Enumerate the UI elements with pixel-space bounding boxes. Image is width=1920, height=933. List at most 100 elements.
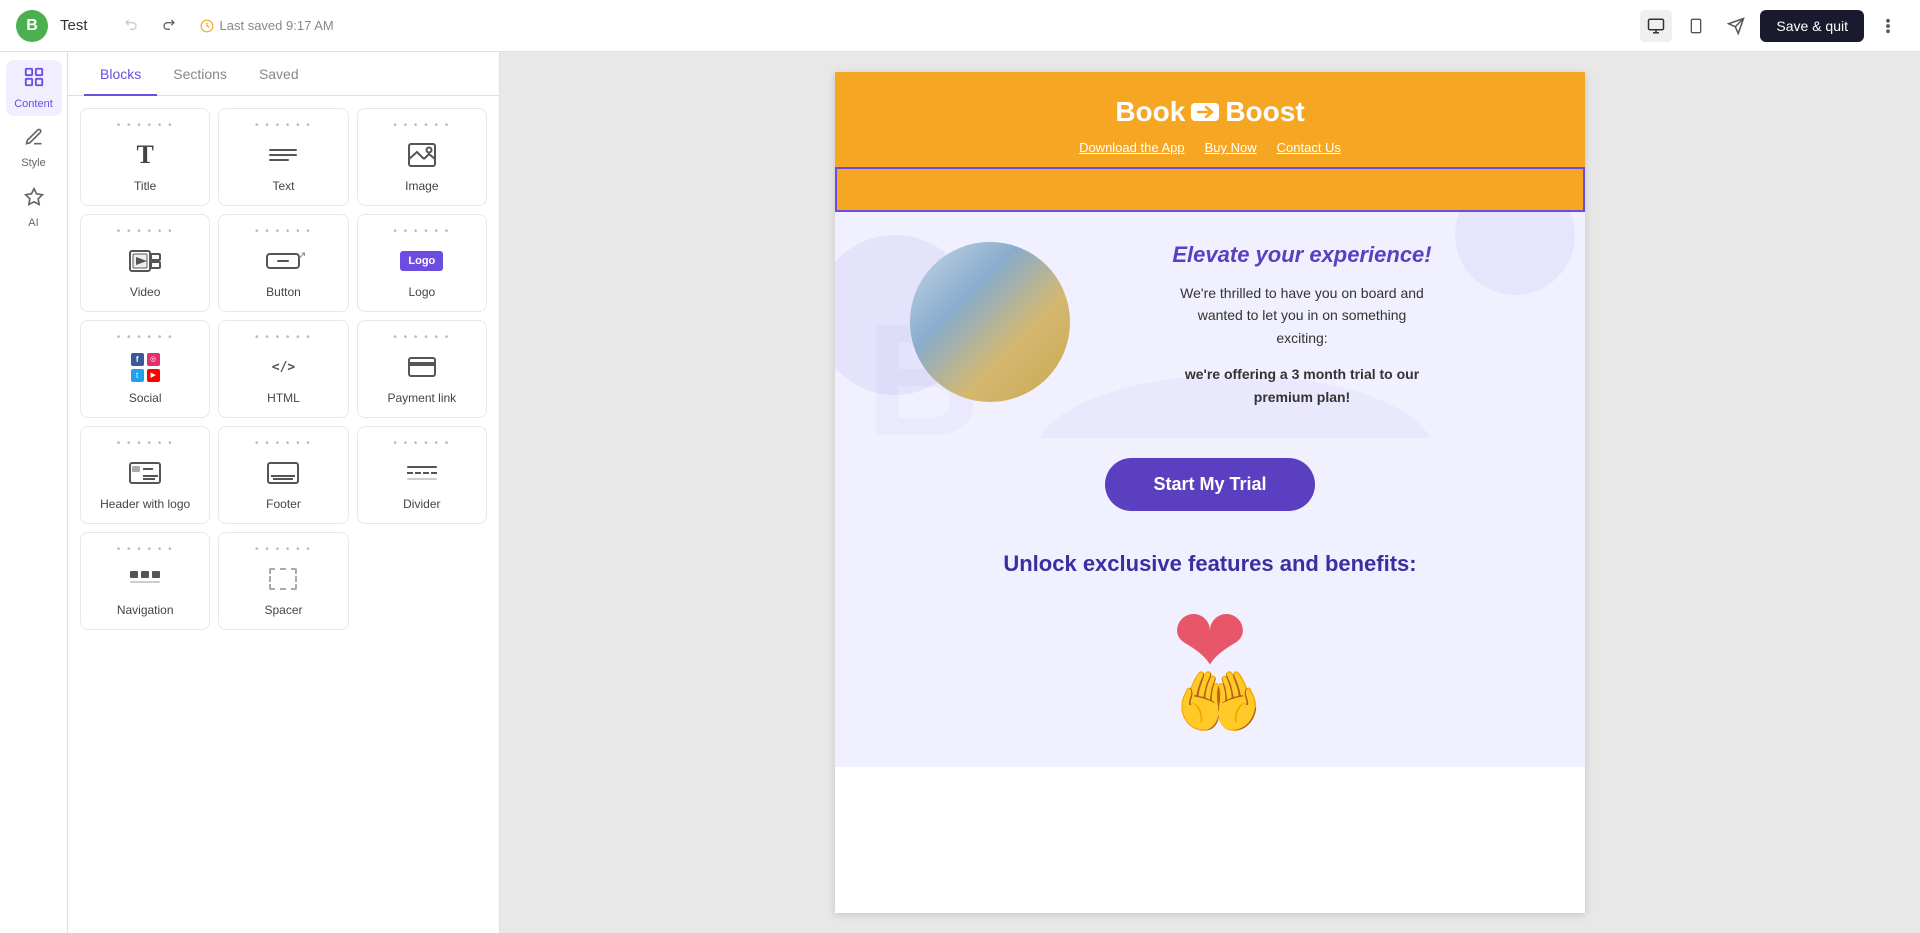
html-block-icon: </>: [272, 351, 295, 383]
email-bold-paragraph: we're offering a 3 month trial to our pr…: [1094, 363, 1510, 408]
email-bold-line1: we're offering a 3 month trial to our: [1185, 366, 1419, 382]
block-button[interactable]: • • • • • • ↗ Button: [218, 214, 348, 312]
drag-handle: • • • • • •: [393, 227, 450, 237]
block-title[interactable]: • • • • • • T Title: [80, 108, 210, 206]
block-header-logo[interactable]: • • • • • • Header with logo: [80, 426, 210, 524]
block-spacer[interactable]: • • • • • • Spacer: [218, 532, 348, 630]
social-block-label: Social: [129, 391, 162, 405]
email-features-section: Unlock exclusive features and benefits: …: [835, 541, 1585, 767]
block-logo[interactable]: • • • • • • Logo Logo: [357, 214, 487, 312]
block-html[interactable]: • • • • • • </> HTML: [218, 320, 348, 418]
redo-button[interactable]: [152, 10, 184, 42]
heart-illustration: ❤ 🤲: [1145, 597, 1275, 737]
block-image[interactable]: • • • • • • Image: [357, 108, 487, 206]
brand-name-part1: Book: [1115, 96, 1185, 128]
payment-block-icon: [408, 351, 436, 383]
app-logo: B: [16, 10, 48, 42]
footer-block-icon: [267, 457, 299, 489]
drag-handle: • • • • • •: [117, 227, 174, 237]
save-quit-button[interactable]: Save & quit: [1760, 10, 1864, 42]
button-block-icon: ↗: [266, 245, 300, 277]
drag-handle: • • • • • •: [393, 333, 450, 343]
sidebar-item-ai-label: AI: [28, 217, 38, 229]
email-body-paragraph: We're thrilled to have you on board and …: [1094, 282, 1510, 349]
block-social[interactable]: • • • • • • f ◎ t ▶ Social: [80, 320, 210, 418]
block-video[interactable]: • • • • • • Video: [80, 214, 210, 312]
sidebar-item-ai[interactable]: AI: [6, 180, 62, 236]
drag-handle: • • • • • •: [255, 545, 312, 555]
selected-scallop-row: [835, 167, 1585, 212]
email-headline: Elevate your experience!: [1094, 242, 1510, 268]
header-logo-block-label: Header with logo: [100, 497, 190, 511]
nav-link-download[interactable]: Download the App: [1079, 140, 1185, 155]
brand-logo-arrow: [1191, 103, 1219, 121]
app-title: Test: [60, 17, 88, 34]
drag-handle: • • • • • •: [117, 333, 174, 343]
video-block-icon: [129, 245, 161, 277]
topbar: B Test Last saved 9:17 AM Save & quit: [0, 0, 1920, 52]
email-features-title: Unlock exclusive features and benefits:: [855, 551, 1565, 577]
tab-saved[interactable]: Saved: [243, 52, 315, 96]
drag-handle: • • • • • •: [255, 121, 312, 131]
blocks-tabs: Blocks Sections Saved: [68, 52, 499, 96]
tab-blocks[interactable]: Blocks: [84, 52, 157, 96]
image-block-icon: [408, 139, 436, 171]
email-header-nav: Download the App Buy Now Contact Us: [855, 140, 1565, 155]
drag-handle: • • • • • •: [393, 439, 450, 449]
nav-link-buy[interactable]: Buy Now: [1205, 140, 1257, 155]
undo-redo-group: [116, 10, 184, 42]
html-block-label: HTML: [267, 391, 300, 405]
undo-button[interactable]: [116, 10, 148, 42]
email-body-layout: Elevate your experience! We're thrilled …: [910, 242, 1510, 408]
text-block-icon: [269, 139, 297, 171]
email-text-content: Elevate your experience! We're thrilled …: [1094, 242, 1510, 408]
block-navigation[interactable]: • • • • • • Navigation: [80, 532, 210, 630]
title-block-label: Title: [134, 179, 156, 193]
ai-icon: [24, 187, 44, 213]
email-cta-section: Start My Trial: [835, 438, 1585, 541]
block-divider[interactable]: • • • • • • Divider: [357, 426, 487, 524]
email-bold-line2: premium plan!: [1254, 389, 1350, 405]
desktop-view-button[interactable]: [1640, 10, 1672, 42]
drag-handle: • • • • • •: [255, 439, 312, 449]
sidebar-item-content[interactable]: Content: [6, 60, 62, 116]
style-icon: [24, 127, 44, 153]
email-header-block[interactable]: Book Boost Download the App Buy Now Cont…: [835, 72, 1585, 212]
navigation-block-icon: [129, 563, 161, 595]
mobile-view-button[interactable]: [1680, 10, 1712, 42]
divider-block-label: Divider: [403, 497, 440, 511]
logo-block-icon: Logo: [400, 245, 443, 277]
image-block-label: Image: [405, 179, 438, 193]
app-logo-letter: B: [26, 17, 38, 35]
drag-handle: • • • • • •: [117, 439, 174, 449]
autosave-text: Last saved 9:17 AM: [220, 18, 334, 33]
block-text[interactable]: • • • • • • Text: [218, 108, 348, 206]
button-block-label: Button: [266, 285, 301, 299]
email-body-line1: We're thrilled to have you on board and: [1180, 285, 1424, 301]
drag-handle: • • • • • •: [393, 121, 450, 131]
text-block-label: Text: [272, 179, 294, 193]
email-canvas: Book Boost Download the App Buy Now Cont…: [835, 72, 1585, 913]
video-block-label: Video: [130, 285, 160, 299]
drag-handle: • • • • • •: [117, 545, 174, 555]
tab-sections[interactable]: Sections: [157, 52, 243, 96]
hand-emoji: 🤲: [1175, 667, 1262, 737]
spacer-block-icon: [269, 563, 297, 595]
block-footer[interactable]: • • • • • • Footer: [218, 426, 348, 524]
drag-handle: • • • • • •: [255, 227, 312, 237]
spacer-block-label: Spacer: [264, 603, 302, 617]
email-body-line2: wanted to let you in on something: [1198, 307, 1407, 323]
sidebar-item-style[interactable]: Style: [6, 120, 62, 176]
nav-link-contact[interactable]: Contact Us: [1277, 140, 1341, 155]
title-block-icon: T: [136, 139, 153, 171]
divider-block-icon: [407, 457, 437, 489]
left-sidebar: Content Style AI: [0, 52, 68, 933]
start-trial-button[interactable]: Start My Trial: [1105, 458, 1314, 511]
more-options-button[interactable]: [1872, 10, 1904, 42]
send-preview-button[interactable]: [1720, 10, 1752, 42]
brand-logo: Book Boost: [855, 96, 1565, 128]
email-hero-image: [910, 242, 1070, 402]
block-payment[interactable]: • • • • • • Payment link: [357, 320, 487, 418]
scallop-decoration: [837, 169, 1583, 205]
footer-block-label: Footer: [266, 497, 301, 511]
